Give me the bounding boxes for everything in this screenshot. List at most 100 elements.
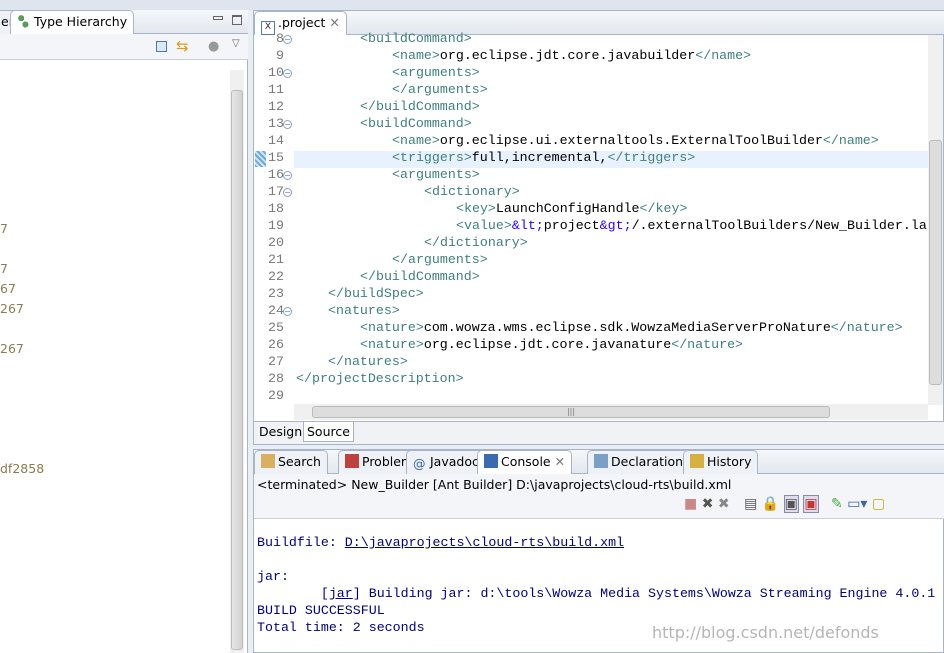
link-editor-icon[interactable]: ⇆ [176,37,189,55]
xml-tag: <buildCommand> [360,31,472,46]
code-line: </projectDescription> [296,371,464,386]
xml-text: LaunchConfigHandle [495,201,640,216]
remove-launch-icon[interactable]: ✖ [702,496,714,512]
tab-label: Source [307,424,350,439]
maximize-icon[interactable] [232,15,242,25]
tree-item[interactable]: 7 [0,261,8,276]
xml-text: org.eclipse.jdt.core.javanature [423,337,672,352]
line-number: 28 [268,371,284,386]
tree-item[interactable]: 67 [0,281,16,296]
vertical-scrollbar[interactable] [230,70,244,653]
minimize-icon[interactable] [213,16,223,20]
code-line: <nature>org.eclipse.jdt.core.javanature<… [360,337,743,352]
xml-tag: </dictionary> [424,235,528,250]
tab-declaration[interactable]: Declaration [587,450,691,474]
editor-vertical-scrollbar[interactable] [928,35,943,405]
code-line: </buildSpec> [328,286,424,301]
xml-tag: </nature> [830,320,903,335]
buildfile-link[interactable]: D:\javaprojects\cloud-rts\build.xml [345,535,624,550]
fold-toggle-icon[interactable]: − [283,120,292,129]
editor-horizontal-scrollbar[interactable]: ||| [294,404,928,420]
xml-tag: </key> [639,201,688,216]
xml-tag: <value> [456,218,512,233]
tab-label: Design [259,424,303,439]
line-number: 18 [268,201,284,216]
close-icon[interactable]: ✕ [329,15,339,30]
fold-toggle-icon[interactable]: − [283,188,292,197]
code-line: <buildCommand> [360,31,472,46]
line-number: 22 [268,269,284,284]
tab-type-hierarchy[interactable]: Type Hierarchy [10,10,135,34]
code-line: <nature>com.wowza.wms.eclipse.sdk.WowzaM… [360,320,903,335]
code-line: <natures> [328,303,400,318]
close-icon[interactable]: ✕ [551,454,565,469]
terminate-icon[interactable]: ■ [684,496,697,512]
tab-console[interactable]: Console ✕ [477,450,573,474]
code-line: </buildCommand> [360,99,480,114]
fold-toggle-icon[interactable]: − [283,35,292,44]
xml-tag: </buildCommand> [360,99,480,114]
tree-item[interactable]: 267 [0,341,24,356]
remove-all-icon[interactable]: ✖ [718,496,730,512]
fold-toggle-icon[interactable]: − [283,69,292,78]
declaration-icon [594,454,608,468]
show-stderr-icon[interactable]: ▣ [803,495,819,513]
xml-text: project [543,218,600,233]
view-menu-icon[interactable]: ▽ [232,38,240,49]
collapse-all-icon[interactable] [156,41,167,52]
jar-task-link[interactable]: jar [329,586,353,601]
console-result-line: BUILD SUCCESSFUL [257,603,385,618]
scroll-lock-icon[interactable]: 🔒 [762,496,779,512]
filter-icon[interactable]: ● [208,39,219,54]
line-number: 29 [268,388,284,403]
xml-tag: </arguments> [392,252,488,267]
xml-entity: &lt; [511,218,544,233]
xml-text: org.eclipse.ui.externaltools.ExternalToo… [439,133,823,148]
pin-console-icon[interactable]: ✎ [831,496,843,512]
xml-tag: </projectDescription> [296,371,464,386]
xml-text: org.eclipse.jdt.core.javabuilder [439,48,696,63]
tab-label: Declaration [611,454,684,469]
fold-toggle-icon[interactable]: − [283,171,292,180]
line-number: 14 [268,133,284,148]
xml-tag: <natures> [328,303,400,318]
fold-toggle-icon[interactable]: − [283,307,292,316]
xml-tag: </buildSpec> [328,286,424,301]
line-number: 21 [268,252,284,267]
tree-item[interactable]: df2858 [0,461,44,476]
line-number: 11 [268,82,284,97]
line-number: 13 [268,116,284,131]
watermark: http://blog.csdn.net/defonds [652,623,879,642]
tab-source[interactable]: Source [303,422,354,442]
xml-text: /.externalToolBuilders/New_Builder.la [631,218,927,233]
toolbar-strip [0,0,944,10]
tab-javadoc[interactable]: @ Javadoc [406,450,486,474]
xml-tag: </name> [695,48,752,63]
tab-history[interactable]: History [683,450,759,474]
xml-tag: </name> [822,133,879,148]
tab-search[interactable]: Search [254,450,328,474]
tab-design[interactable]: Design [256,422,305,441]
line-number: 19 [268,218,284,233]
code-line: </arguments> [392,252,488,267]
clear-console-icon[interactable]: ▤ [744,496,757,512]
xml-tag: </triggers> [607,150,696,165]
xml-entity: &gt; [599,218,632,233]
tree-item[interactable]: 7 [0,221,8,236]
code-line: </arguments> [392,82,488,97]
line-number: 15 [268,150,284,165]
line-number: 24 [268,303,284,318]
show-stdout-icon[interactable]: ▣ [783,495,799,513]
line-number: 12 [268,99,284,114]
xml-tag: <nature> [360,320,424,335]
open-console-icon[interactable]: ▢ [872,496,885,512]
search-icon [261,454,275,468]
jar-message: ] Building jar: d:\tools\Wowza Media Sys… [352,586,936,601]
left-panel: er Type Hierarchy ⇆ ● ▽ 7 7 67 267 267 d… [0,10,248,653]
display-console-icon[interactable]: ▭▾ [847,496,867,512]
xml-tag: <buildCommand> [360,116,472,131]
tree-item[interactable]: 267 [0,301,24,316]
console-jar-line: [jar] Building jar: d:\tools\Wowza Media… [257,586,935,601]
xml-tag: <name> [392,48,440,63]
jar-prefix: [ [257,586,329,601]
